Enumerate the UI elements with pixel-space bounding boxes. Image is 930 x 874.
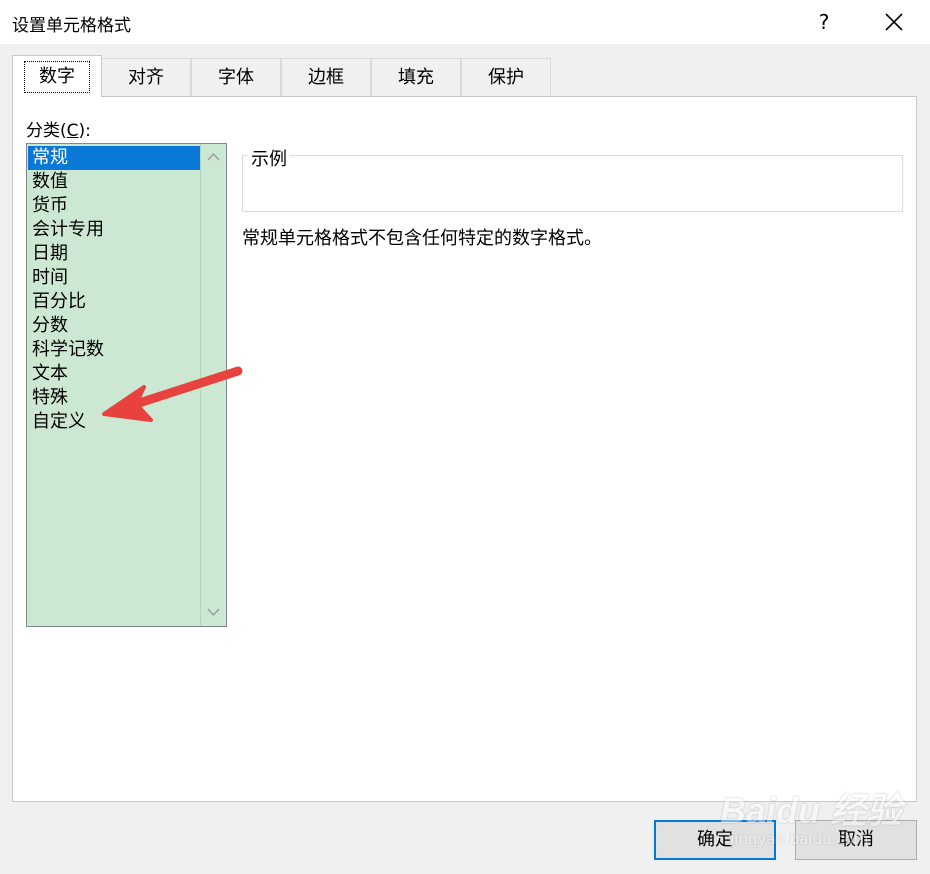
ok-button[interactable]: 确定 xyxy=(654,820,776,860)
sample-box xyxy=(242,155,903,212)
tab-font[interactable]: 字体 xyxy=(191,58,281,96)
category-item-custom[interactable]: 自定义 xyxy=(28,410,200,434)
category-listbox[interactable]: 常规 数值 货币 会计专用 日期 时间 百分比 分数 科学记数 文本 特殊 自定… xyxy=(26,143,227,627)
close-icon xyxy=(885,13,903,31)
tab-border[interactable]: 边框 xyxy=(281,58,371,96)
tab-label: 数字 xyxy=(24,61,90,93)
cancel-button[interactable]: 取消 xyxy=(795,820,917,860)
chevron-down-icon xyxy=(207,608,220,617)
tab-alignment[interactable]: 对齐 xyxy=(101,58,191,96)
category-item-scientific[interactable]: 科学记数 xyxy=(28,338,200,362)
category-item-accounting[interactable]: 会计专用 xyxy=(28,218,200,242)
tab-number[interactable]: 数字 xyxy=(12,55,102,97)
category-item-special[interactable]: 特殊 xyxy=(28,386,200,410)
category-item-number[interactable]: 数值 xyxy=(28,170,200,194)
category-item-fraction[interactable]: 分数 xyxy=(28,314,200,338)
category-item-text[interactable]: 文本 xyxy=(28,362,200,386)
category-item-general[interactable]: 常规 xyxy=(28,146,200,170)
chevron-up-icon xyxy=(207,152,220,161)
sample-legend: 示例 xyxy=(248,145,290,171)
close-button[interactable] xyxy=(872,4,916,40)
dialog-title: 设置单元格格式 xyxy=(12,16,131,36)
tab-fill[interactable]: 填充 xyxy=(371,58,461,96)
list-scrollbar[interactable] xyxy=(200,144,226,626)
help-button[interactable]: ? xyxy=(806,4,842,40)
category-item-time[interactable]: 时间 xyxy=(28,266,200,290)
scroll-down-button[interactable] xyxy=(201,602,226,624)
category-label: 分类(C): xyxy=(26,121,91,141)
title-bar: 设置单元格格式 ? xyxy=(0,0,930,44)
category-item-currency[interactable]: 货币 xyxy=(28,194,200,218)
category-item-date[interactable]: 日期 xyxy=(28,242,200,266)
format-description: 常规单元格格式不包含任何特定的数字格式。 xyxy=(242,228,602,249)
scroll-up-button[interactable] xyxy=(201,146,226,168)
category-item-percentage[interactable]: 百分比 xyxy=(28,290,200,314)
tab-protection[interactable]: 保护 xyxy=(461,58,551,96)
